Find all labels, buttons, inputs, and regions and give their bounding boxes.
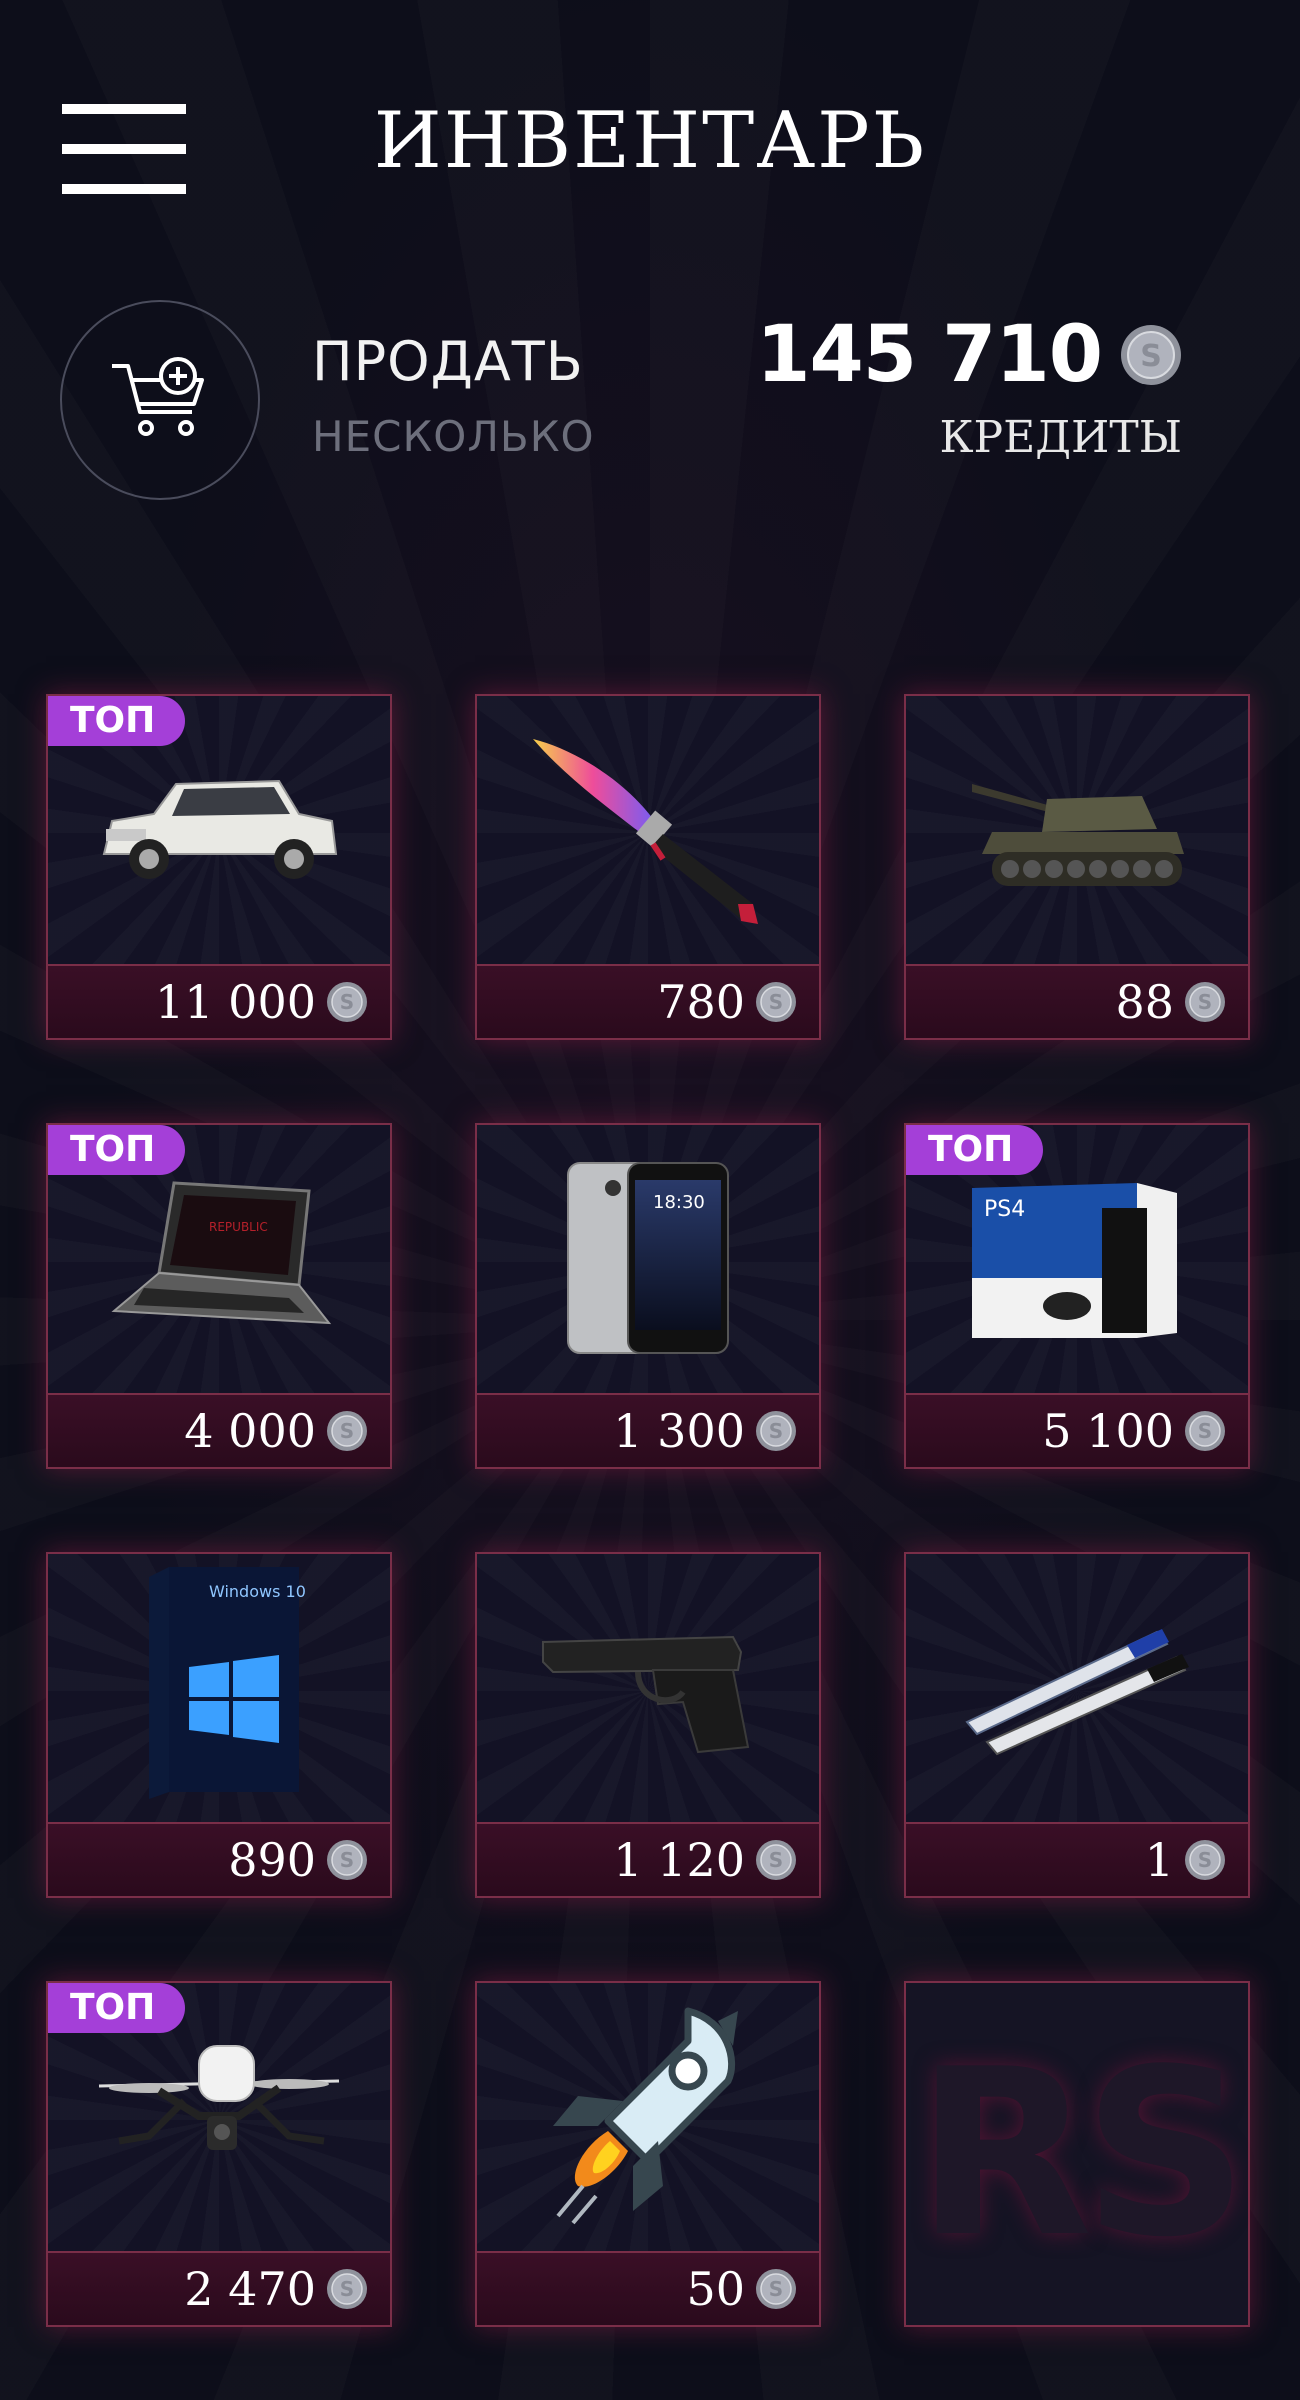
price-bar: 780 S (477, 964, 819, 1038)
inventory-item-tank[interactable]: 88 S (904, 694, 1250, 1040)
price-bar: 1S (906, 1822, 1248, 1896)
coin-icon: S (756, 1840, 796, 1880)
item-image: Windows 10 (48, 1554, 390, 1824)
tank-icon (952, 754, 1202, 908)
price-bar: 1 300 S (477, 1393, 819, 1467)
drone-icon (89, 2036, 349, 2200)
svg-text:S: S (769, 1848, 783, 1872)
svg-text:S: S (340, 2277, 354, 2301)
inventory-item-knife[interactable]: 780 S (475, 694, 821, 1040)
pistol-icon (533, 1612, 763, 1766)
item-image: RS (906, 1983, 1249, 2325)
item-price: 2 470 (184, 2262, 316, 2316)
price-bar: 5 100 S (906, 1393, 1248, 1467)
svg-text:S: S (769, 990, 783, 1014)
windows-box-icon: Windows 10 (129, 1567, 309, 1811)
item-price: 1 300 (613, 1404, 745, 1458)
svg-text:PS4: PS4 (984, 1197, 1025, 1222)
svg-text:Windows 10: Windows 10 (209, 1582, 306, 1601)
coin-icon: S (327, 2269, 367, 2309)
inventory-screen: ИНВЕНТАРЬ ПРОДАТЬ НЕСКОЛЬКО 145 710 S КР… (0, 0, 1300, 2400)
item-price: 890 (228, 1833, 316, 1887)
item-image (906, 1554, 1248, 1824)
top-badge: ТОП (48, 1125, 186, 1175)
coin-icon: S (756, 982, 796, 1022)
svg-text:18:30: 18:30 (653, 1192, 705, 1213)
knife-icon (513, 729, 783, 933)
price-bar: 1 120 S (477, 1822, 819, 1896)
inventory-item-rocket[interactable]: 50 S (475, 1981, 821, 2327)
pens-icon (957, 1612, 1197, 1766)
svg-text:S: S (340, 990, 354, 1014)
price-bar: 11 000 S (48, 964, 390, 1038)
item-image (906, 696, 1248, 966)
item-image (477, 696, 819, 966)
svg-text:S: S (1198, 1848, 1212, 1872)
price-bar: 50 S (477, 2251, 819, 2325)
inventory-item-pistol[interactable]: 1 120 S (475, 1552, 821, 1898)
item-image: 18:30 (477, 1125, 819, 1395)
inventory-item-windows[interactable]: Windows 10 890 S (46, 1552, 392, 1898)
item-price: 4 000 (184, 1404, 316, 1458)
item-price: 1 (1144, 1833, 1174, 1887)
item-price: 1 120 (613, 1833, 745, 1887)
svg-text:S: S (769, 2277, 783, 2301)
svg-text:S: S (1198, 1419, 1212, 1443)
item-price: 780 (657, 975, 745, 1029)
svg-text:REPUBLIC: REPUBLIC (209, 1220, 268, 1234)
coin-icon: S (1185, 1840, 1225, 1880)
top-badge: ТОП (48, 1983, 186, 2033)
coin-icon: S (756, 2269, 796, 2309)
rocket-icon (538, 2001, 758, 2235)
laptop-icon: REPUBLIC (104, 1173, 334, 1347)
inventory-item-drone[interactable]: ТОП 2 470 S (46, 1981, 392, 2327)
rs-logo: RS (915, 2020, 1249, 2288)
coin-icon: S (327, 1840, 367, 1880)
item-price: 50 (686, 2262, 745, 2316)
svg-text:S: S (1198, 990, 1212, 1014)
coin-icon: S (327, 1411, 367, 1451)
inventory-item-car[interactable]: ТОП 11 000 S (46, 694, 392, 1040)
price-bar: 4 000 S (48, 1393, 390, 1467)
inventory-grid: ТОП 11 000 S 780 S 88 S ТОП REPUBLIC 4 000 S 18:30 1… (0, 0, 1300, 2400)
coin-icon: S (1185, 982, 1225, 1022)
price-bar: 890 S (48, 1822, 390, 1896)
top-badge: ТОП (48, 696, 186, 746)
inventory-item-pens[interactable]: 1S (904, 1552, 1250, 1898)
price-bar: 2 470 S (48, 2251, 390, 2325)
suv-car-icon (94, 759, 344, 903)
item-image (477, 1554, 819, 1824)
inventory-item-phone[interactable]: 18:30 1 300 S (475, 1123, 821, 1469)
coin-icon: S (1185, 1411, 1225, 1451)
inventory-item-laptop[interactable]: ТОП REPUBLIC 4 000 S (46, 1123, 392, 1469)
inventory-item-empty[interactable]: RS (904, 1981, 1250, 2327)
top-badge: ТОП (906, 1125, 1044, 1175)
inventory-item-console[interactable]: ТОП PS4 5 100 S (904, 1123, 1250, 1469)
item-price: 11 000 (155, 975, 316, 1029)
item-image (477, 1983, 819, 2253)
coin-icon: S (327, 982, 367, 1022)
price-bar: 88 S (906, 964, 1248, 1038)
svg-text:S: S (340, 1848, 354, 1872)
game-console-box-icon: PS4 (962, 1168, 1192, 1352)
smartphone-icon: 18:30 (558, 1158, 738, 1362)
item-price: 88 (1115, 975, 1174, 1029)
svg-text:S: S (340, 1419, 354, 1443)
item-price: 5 100 (1042, 1404, 1174, 1458)
coin-icon: S (756, 1411, 796, 1451)
svg-text:S: S (769, 1419, 783, 1443)
